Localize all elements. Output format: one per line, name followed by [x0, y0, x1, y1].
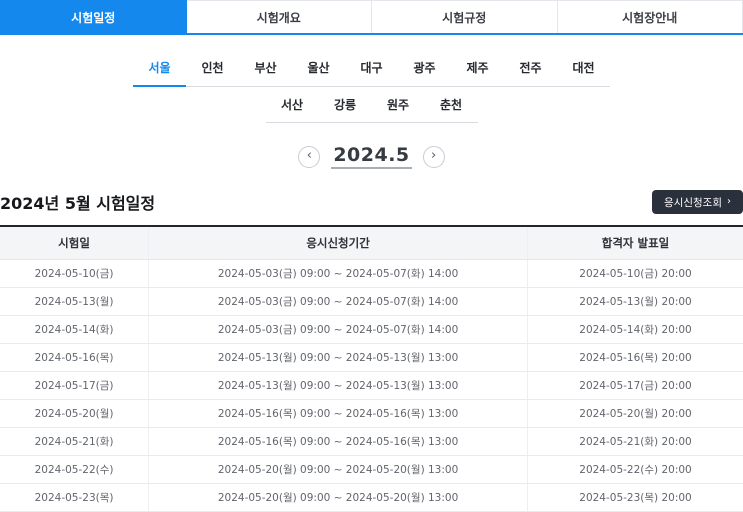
exam-date-cell: 2024-05-21(화) [0, 428, 149, 456]
table-row: 2024-05-17(금) 2024-05-13(월) 09:00 ~ 2024… [0, 372, 743, 400]
city-row-2: 서산 강릉 원주 춘천 [0, 92, 743, 123]
result-date-cell: 2024-05-21(화) 20:00 [528, 428, 743, 456]
tab[interactable]: 시험장안내 [558, 0, 743, 33]
exam-date-cell: 2024-05-17(금) [0, 372, 149, 400]
result-date-cell: 2024-05-23(목) 20:00 [528, 484, 743, 512]
application-period-cell: 2024-05-16(목) 09:00 ~ 2024-05-16(목) 13:0… [149, 428, 528, 456]
city-tab[interactable]: 전주 [504, 55, 557, 86]
exam-date-cell: 2024-05-23(목) [0, 484, 149, 512]
chevron-right-icon: › [727, 197, 731, 207]
prev-month-button[interactable]: ‹ [298, 146, 320, 168]
city-row-1: 서울 인천 부산 울산 대구 광주 [0, 55, 743, 87]
table-row: 2024-05-13(월) 2024-05-03(금) 09:00 ~ 2024… [0, 288, 743, 316]
result-date-cell: 2024-05-20(월) 20:00 [528, 400, 743, 428]
tab-label: 시험장안내 [622, 9, 677, 26]
schedule-table: 시험일 응시신청기간 합격자 발표일 2024-05-10(금) 2024-05… [0, 225, 743, 512]
section-header: 2024년 5월 시험일정 응시신청조회 › [0, 190, 743, 214]
application-lookup-button[interactable]: 응시신청조회 › [652, 190, 743, 214]
exam-date-cell: 2024-05-14(화) [0, 316, 149, 344]
application-period-cell: 2024-05-20(월) 09:00 ~ 2024-05-20(월) 13:0… [149, 484, 528, 512]
exam-date-cell: 2024-05-22(수) [0, 456, 149, 484]
table-row: 2024-05-14(화) 2024-05-03(금) 09:00 ~ 2024… [0, 316, 743, 344]
next-month-button[interactable]: › [423, 146, 445, 168]
application-period-cell: 2024-05-20(월) 09:00 ~ 2024-05-20(월) 13:0… [149, 456, 528, 484]
result-date-cell: 2024-05-17(금) 20:00 [528, 372, 743, 400]
city-tab[interactable]: 서산 [266, 92, 319, 122]
tab[interactable]: 시험규정 [372, 0, 558, 33]
city-tab[interactable]: 서울 [133, 55, 186, 87]
col-header-application-period: 응시신청기간 [149, 226, 528, 260]
city-label: 대전 [572, 61, 594, 75]
city-nav: 서울 인천 부산 울산 대구 광주 [0, 55, 743, 123]
application-period-cell: 2024-05-03(금) 09:00 ~ 2024-05-07(화) 14:0… [149, 260, 528, 288]
tab-bar: 시험일정 시험개요 시험규정 시험장안내 [0, 0, 743, 35]
city-label: 강릉 [334, 98, 356, 112]
city-tab[interactable]: 원주 [372, 92, 425, 122]
city-tab[interactable]: 대전 [557, 55, 610, 86]
city-tab[interactable]: 제주 [451, 55, 504, 86]
city-label: 제주 [466, 61, 488, 75]
city-tab[interactable]: 광주 [398, 55, 451, 86]
tab-label: 시험개요 [257, 9, 301, 26]
city-tab[interactable]: 부산 [239, 55, 292, 86]
tab-label: 시험규정 [442, 9, 486, 26]
col-header-exam-date: 시험일 [0, 226, 149, 260]
result-date-cell: 2024-05-16(목) 20:00 [528, 344, 743, 372]
exam-date-cell: 2024-05-10(금) [0, 260, 149, 288]
city-label: 울산 [307, 61, 329, 75]
city-label: 광주 [413, 61, 435, 75]
exam-date-cell: 2024-05-13(월) [0, 288, 149, 316]
city-label: 춘천 [440, 98, 462, 112]
result-date-cell: 2024-05-22(수) 20:00 [528, 456, 743, 484]
application-period-cell: 2024-05-03(금) 09:00 ~ 2024-05-07(화) 14:0… [149, 288, 528, 316]
city-label: 전주 [519, 61, 541, 75]
application-period-cell: 2024-05-13(월) 09:00 ~ 2024-05-13(월) 13:0… [149, 344, 528, 372]
table-row: 2024-05-10(금) 2024-05-03(금) 09:00 ~ 2024… [0, 260, 743, 288]
table-row: 2024-05-23(목) 2024-05-20(월) 09:00 ~ 2024… [0, 484, 743, 512]
city-tab[interactable]: 춘천 [425, 92, 478, 122]
city-label: 부산 [254, 61, 276, 75]
city-tab[interactable]: 강릉 [319, 92, 372, 122]
application-period-cell: 2024-05-16(목) 09:00 ~ 2024-05-16(목) 13:0… [149, 400, 528, 428]
city-label: 서울 [148, 61, 170, 75]
exam-date-cell: 2024-05-20(월) [0, 400, 149, 428]
city-tab[interactable]: 울산 [292, 55, 345, 86]
city-label: 원주 [387, 98, 409, 112]
application-lookup-label: 응시신청조회 [664, 195, 722, 210]
table-header-row: 시험일 응시신청기간 합격자 발표일 [0, 226, 743, 260]
month-pager: ‹ 2024.5 › [0, 144, 743, 169]
city-tab[interactable]: 인천 [186, 55, 239, 86]
chevron-left-icon: ‹ [307, 149, 312, 162]
table-row: 2024-05-21(화) 2024-05-16(목) 09:00 ~ 2024… [0, 428, 743, 456]
current-month-label: 2024.5 [331, 144, 411, 169]
col-header-result-date: 합격자 발표일 [528, 226, 743, 260]
tab[interactable]: 시험개요 [187, 0, 373, 33]
exam-date-cell: 2024-05-16(목) [0, 344, 149, 372]
application-period-cell: 2024-05-03(금) 09:00 ~ 2024-05-07(화) 14:0… [149, 316, 528, 344]
result-date-cell: 2024-05-13(월) 20:00 [528, 288, 743, 316]
tab[interactable]: 시험일정 [0, 0, 187, 33]
table-row: 2024-05-20(월) 2024-05-16(목) 09:00 ~ 2024… [0, 400, 743, 428]
city-label: 인천 [201, 61, 223, 75]
table-row: 2024-05-16(목) 2024-05-13(월) 09:00 ~ 2024… [0, 344, 743, 372]
city-tab[interactable]: 대구 [345, 55, 398, 86]
city-label: 대구 [360, 61, 382, 75]
result-date-cell: 2024-05-10(금) 20:00 [528, 260, 743, 288]
table-row: 2024-05-22(수) 2024-05-20(월) 09:00 ~ 2024… [0, 456, 743, 484]
chevron-right-icon: › [431, 149, 436, 162]
city-label: 서산 [281, 98, 303, 112]
application-period-cell: 2024-05-13(월) 09:00 ~ 2024-05-13(월) 13:0… [149, 372, 528, 400]
tab-label: 시험일정 [71, 9, 115, 26]
page-title: 2024년 5월 시험일정 [0, 190, 155, 214]
result-date-cell: 2024-05-14(화) 20:00 [528, 316, 743, 344]
